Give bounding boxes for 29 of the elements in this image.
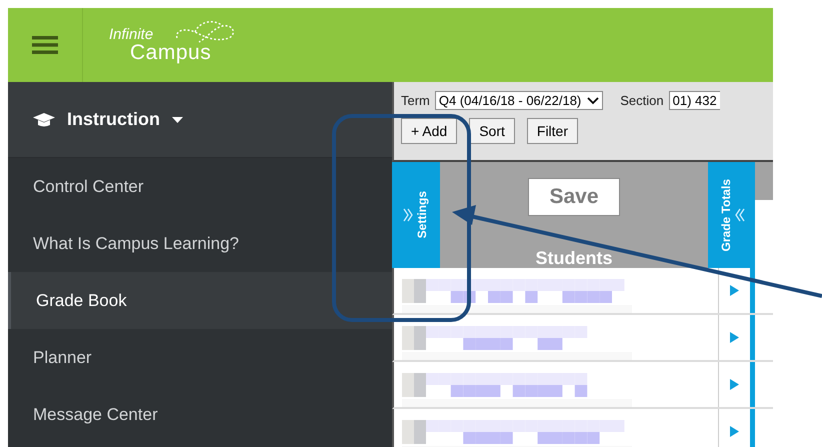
menu-icon — [32, 35, 58, 55]
sidebar-item[interactable]: What Is Campus Learning? — [8, 215, 392, 272]
toolbar-button[interactable]: + Add — [401, 118, 458, 144]
term-dropdown[interactable]: Q4 (04/16/18 - 06/22/18) — [434, 91, 604, 110]
caret-icon — [172, 116, 183, 122]
logo-text: Campus — [130, 43, 212, 63]
header-background — [755, 162, 773, 200]
section-label: Section — [620, 93, 664, 108]
double-chevron-left-icon — [734, 207, 744, 223]
expand-arrow-icon[interactable] — [730, 332, 739, 343]
toolbar-button[interactable]: Sort — [469, 118, 515, 144]
sidebar-item[interactable]: Grade Book — [8, 272, 392, 329]
column-header: Students — [535, 248, 612, 268]
sidebar-item[interactable]: Message Center — [8, 386, 392, 443]
logo-text: Infinite — [109, 27, 154, 43]
toolbar-button[interactable]: Filter — [526, 118, 578, 144]
graduation-cap-icon — [33, 112, 55, 126]
expand-arrow-icon[interactable] — [730, 379, 739, 390]
section-dropdown[interactable]: 01) 432 — [668, 91, 720, 110]
expand-arrow-icon[interactable] — [730, 285, 739, 296]
sidebar-item[interactable]: Planner — [8, 329, 392, 386]
chevron-down-icon — [587, 96, 600, 104]
save-button[interactable]: Save — [528, 178, 620, 216]
term-label: Term — [401, 93, 430, 108]
double-chevron-right-icon — [403, 207, 413, 223]
sidebar-section-header[interactable]: Instruction — [8, 82, 392, 158]
expand-arrow-icon[interactable] — [730, 426, 739, 437]
section-title: Instruction — [67, 109, 160, 130]
sidebar-item[interactable]: Control Center — [8, 158, 392, 215]
